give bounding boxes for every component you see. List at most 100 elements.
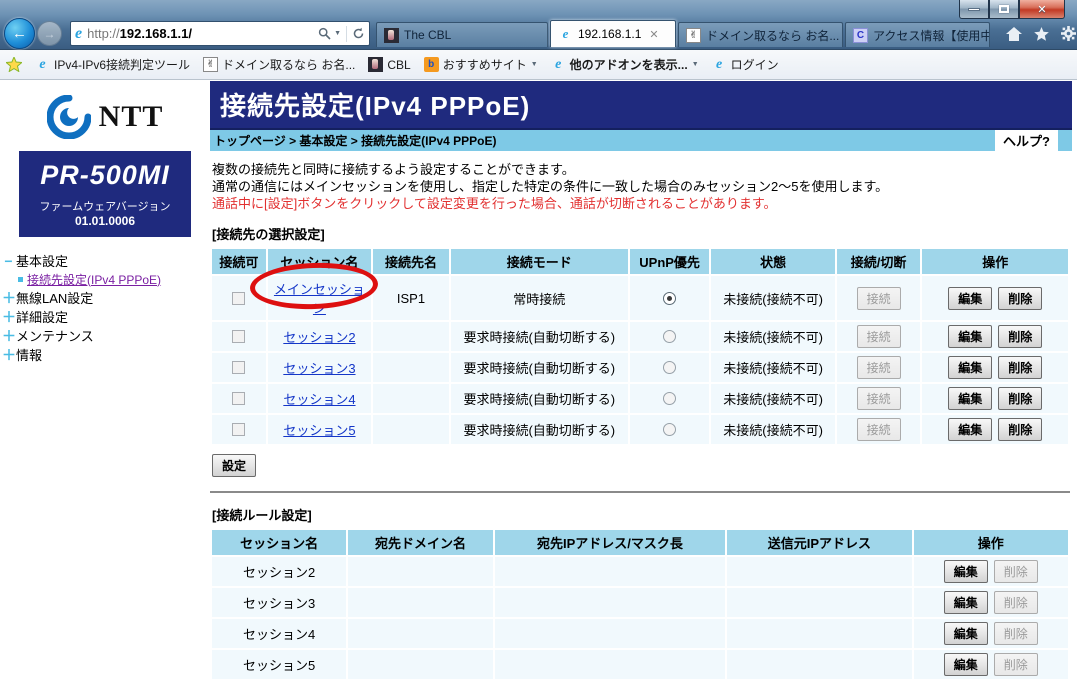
sidebar: NTT PR-500MI ファームウェアバージョン 01.01.0006 − 基… <box>0 81 210 611</box>
connect-button[interactable]: 接続 <box>857 325 901 348</box>
cbl-favicon <box>368 57 383 72</box>
home-icon[interactable] <box>1006 27 1022 41</box>
tab-access-info[interactable]: C アクセス情報【使用中... <box>845 22 990 47</box>
session-link[interactable]: セッション5 <box>283 423 355 438</box>
ie-favicon: e <box>35 57 50 72</box>
nav-link-label[interactable]: 接続先設定(IPv4 PPPoE) <box>27 271 161 288</box>
hand-favicon: ✌ <box>203 57 218 72</box>
table-row: セッション4 要求時接続(自動切断する) 未接続(接続不可) 接続 編集削除 <box>212 384 1068 413</box>
connect-allow-checkbox[interactable] <box>232 292 245 305</box>
expand-icon[interactable]: ＋ <box>2 326 15 346</box>
chevron-down-icon: ▼ <box>692 61 699 68</box>
upnp-priority-radio[interactable] <box>663 330 676 343</box>
upnp-priority-radio[interactable] <box>663 392 676 405</box>
search-dropdown-icon[interactable]: ▼ <box>334 30 341 37</box>
delete-button[interactable]: 削除 <box>998 418 1042 441</box>
edit-button[interactable]: 編集 <box>948 418 992 441</box>
add-favorite-star-icon <box>6 57 22 72</box>
edit-button[interactable]: 編集 <box>948 387 992 410</box>
sidebar-item-advanced-settings[interactable]: ＋ 詳細設定 <box>2 307 210 326</box>
sidebar-item-pppoe-settings[interactable]: 接続先設定(IPv4 PPPoE) <box>18 270 210 288</box>
delete-button[interactable]: 削除 <box>994 560 1038 583</box>
sidebar-item-information[interactable]: ＋ 情報 <box>2 345 210 364</box>
tab-domain[interactable]: ✌ ドメイン取るなら お名... <box>678 22 843 47</box>
nav-label: 無線LAN設定 <box>16 288 93 307</box>
connect-allow-checkbox[interactable] <box>232 361 245 374</box>
cbl-favicon <box>384 28 399 43</box>
session-name: セッション2 <box>212 557 346 586</box>
session-link[interactable]: セッション3 <box>283 361 355 376</box>
favorite-login[interactable]: e ログイン <box>712 56 779 73</box>
upnp-priority-radio[interactable] <box>663 292 676 305</box>
favorite-ipv4-ipv6-tool[interactable]: e IPv4-IPv6接続判定ツール <box>35 56 190 73</box>
delete-button[interactable]: 削除 <box>998 325 1042 348</box>
breadcrumb-bar: トップページ > 基本設定 > 接続先設定(IPv4 PPPoE) ヘルプ? <box>210 128 1072 151</box>
forward-button[interactable]: → <box>37 21 62 46</box>
help-link[interactable]: ヘルプ? <box>995 130 1058 151</box>
edit-button[interactable]: 編集 <box>944 622 988 645</box>
status-text: 未接続(接続不可) <box>711 276 834 320</box>
upnp-priority-radio[interactable] <box>663 361 676 374</box>
expand-icon[interactable]: ＋ <box>2 288 15 308</box>
connect-button[interactable]: 接続 <box>857 387 901 410</box>
address-bar[interactable]: e http://192.168.1.1/ ▼ <box>70 21 370 46</box>
model-box: PR-500MI ファームウェアバージョン 01.01.0006 <box>19 151 191 237</box>
col-header: 宛先ドメイン名 <box>348 530 492 555</box>
search-icon[interactable] <box>318 27 331 40</box>
gear-icon[interactable] <box>1061 26 1076 41</box>
collapse-icon[interactable]: − <box>2 253 15 269</box>
favorite-domain[interactable]: ✌ ドメイン取るなら お名... <box>203 56 355 73</box>
refresh-icon[interactable] <box>352 27 365 40</box>
tab-close-icon[interactable]: ✕ <box>649 28 658 41</box>
expand-icon[interactable]: ＋ <box>2 307 15 327</box>
sidebar-item-maintenance[interactable]: ＋ メンテナンス <box>2 326 210 345</box>
tab-192-168-1-1[interactable]: e 192.168.1.1 ✕ <box>550 20 676 47</box>
tab-the-cbl[interactable]: The CBL <box>376 22 548 47</box>
delete-button[interactable]: 削除 <box>998 356 1042 379</box>
back-button[interactable]: ← <box>4 18 35 49</box>
session-link[interactable]: メインセッション <box>274 282 365 316</box>
delete-button[interactable]: 削除 <box>994 622 1038 645</box>
apply-settings-button[interactable]: 設定 <box>212 454 256 477</box>
col-header: 操作 <box>914 530 1068 555</box>
url-text[interactable]: http://192.168.1.1/ <box>87 26 318 41</box>
favorites-star-icon[interactable] <box>1034 27 1049 41</box>
more-addons-button[interactable]: e 他のアドオンを表示... ▼ <box>551 56 699 73</box>
col-header: セッション名 <box>268 249 371 274</box>
connect-allow-checkbox[interactable] <box>232 392 245 405</box>
connect-button[interactable]: 接続 <box>857 356 901 379</box>
connect-allow-checkbox[interactable] <box>232 423 245 436</box>
sidebar-item-wireless-lan[interactable]: ＋ 無線LAN設定 <box>2 288 210 307</box>
suggested-sites-button[interactable]: b おすすめサイト ▼ <box>424 56 538 73</box>
suggested-sites-icon: b <box>424 57 439 72</box>
table-row: メインセッション ISP1 常時接続 未接続(接続不可) 接続 編集削除 <box>212 276 1068 320</box>
delete-button[interactable]: 削除 <box>998 387 1042 410</box>
edit-button[interactable]: 編集 <box>948 356 992 379</box>
session-link[interactable]: セッション2 <box>283 330 355 345</box>
connect-allow-checkbox[interactable] <box>232 330 245 343</box>
delete-button[interactable]: 削除 <box>994 653 1038 676</box>
edit-button[interactable]: 編集 <box>944 560 988 583</box>
col-header: 接続可 <box>212 249 266 274</box>
upnp-priority-radio[interactable] <box>663 423 676 436</box>
source-ip <box>727 619 911 648</box>
edit-button[interactable]: 編集 <box>948 287 992 310</box>
connect-button[interactable]: 接続 <box>857 287 901 310</box>
add-favorite-button[interactable] <box>6 57 22 72</box>
edit-button[interactable]: 編集 <box>944 653 988 676</box>
edit-button[interactable]: 編集 <box>948 325 992 348</box>
favorite-cbl[interactable]: CBL <box>368 57 410 72</box>
favorite-label: CBL <box>387 58 410 72</box>
session-selection-table: 接続可 セッション名 接続先名 接続モード UPnP優先 状態 接続/切断 操作… <box>210 247 1070 446</box>
expand-icon[interactable]: ＋ <box>2 345 15 365</box>
favorite-label: IPv4-IPv6接続判定ツール <box>54 56 190 73</box>
description: 複数の接続先と同時に接続するよう設定することができます。 通常の通信にはメインセ… <box>212 161 1072 212</box>
description-line: 通常の通信にはメインセッションを使用し、指定した特定の条件に一致した場合のみセッ… <box>212 178 1072 195</box>
minimize-icon <box>968 8 980 11</box>
sidebar-item-basic-settings[interactable]: − 基本設定 <box>2 251 210 270</box>
connect-button[interactable]: 接続 <box>857 418 901 441</box>
session-link[interactable]: セッション4 <box>283 392 355 407</box>
delete-button[interactable]: 削除 <box>998 287 1042 310</box>
connection-mode: 要求時接続(自動切断する) <box>451 415 628 444</box>
session-name: セッション4 <box>212 619 346 648</box>
